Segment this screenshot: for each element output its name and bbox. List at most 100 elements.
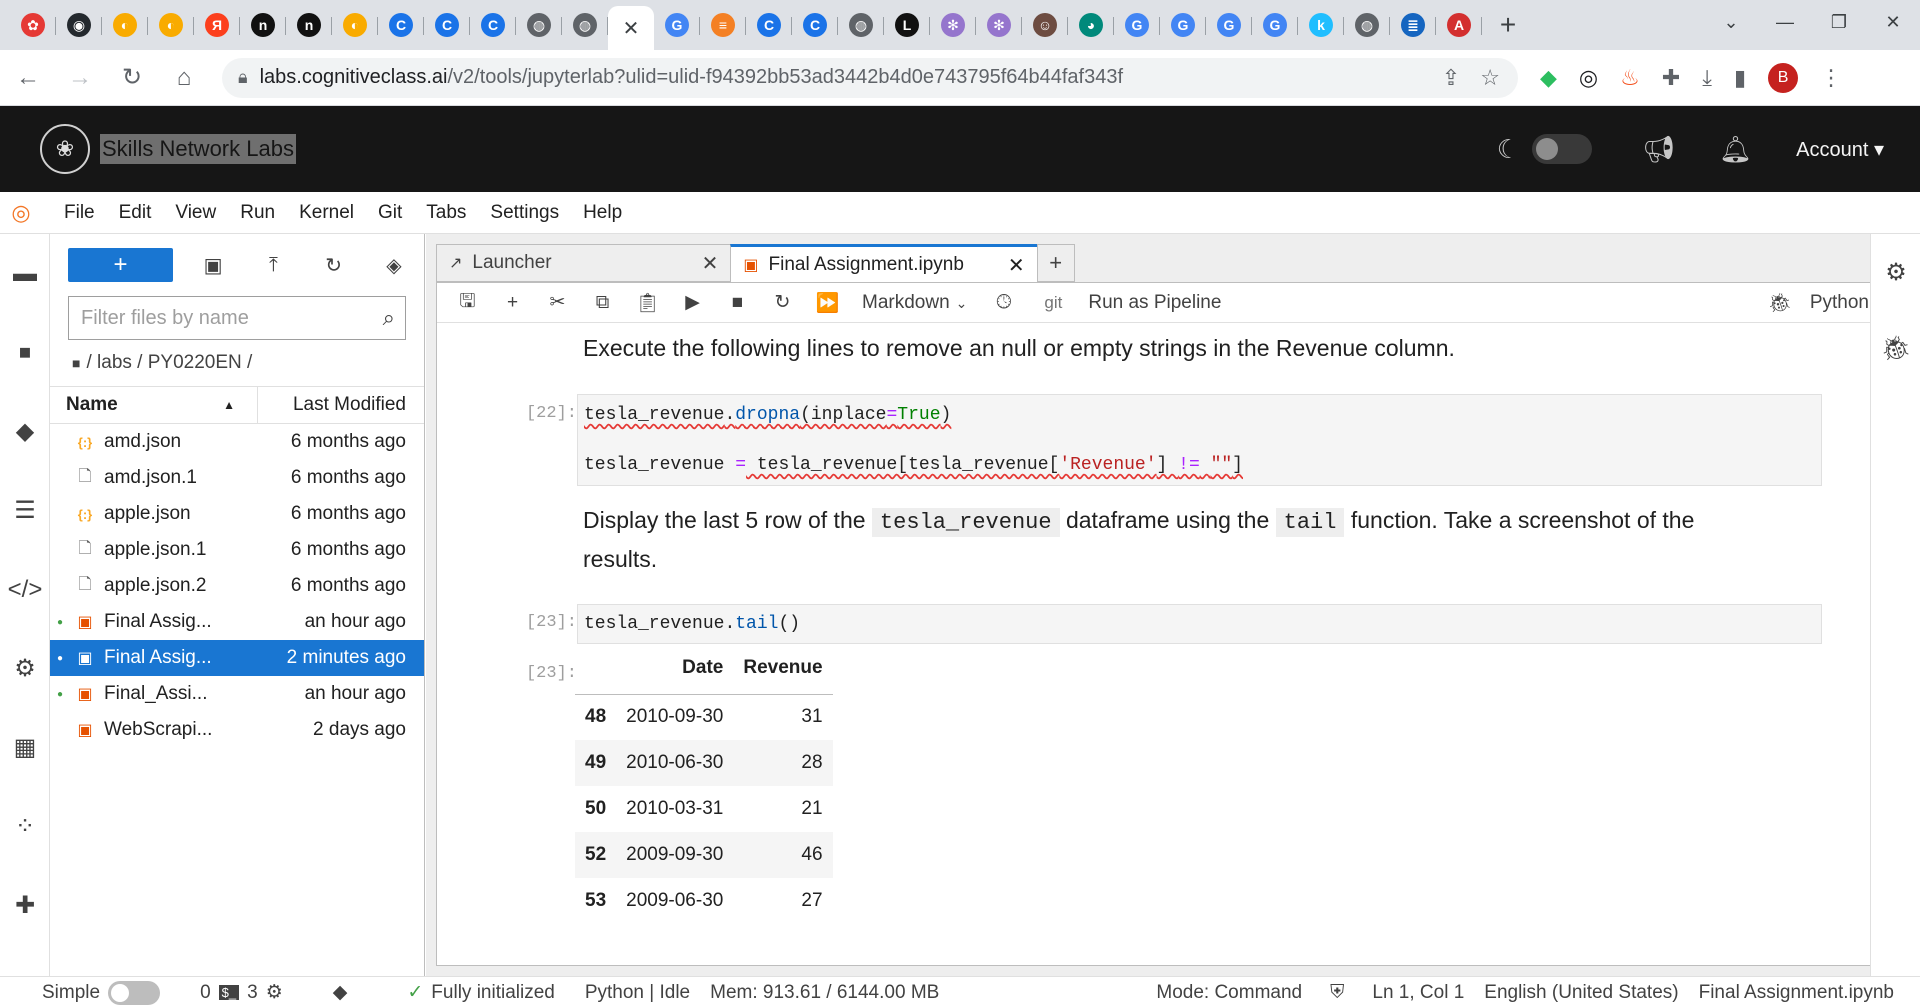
browser-tab[interactable]: n	[240, 6, 286, 44]
close-tab-icon[interactable]: ✕	[1008, 253, 1025, 278]
cursor-position[interactable]: Ln 1, Col 1	[1372, 982, 1464, 1004]
browser-tab[interactable]: ☺	[1022, 6, 1068, 44]
tab-launcher[interactable]: ↗ Launcher ✕	[436, 244, 732, 282]
browser-tab[interactable]: ✕	[608, 6, 654, 50]
code-cell[interactable]: tesla_revenue.dropna(inplace=True) tesla…	[577, 394, 1822, 486]
browser-tab[interactable]: C	[424, 6, 470, 44]
trust-shield-icon[interactable]: ⛨	[1330, 982, 1344, 1004]
browser-tab[interactable]: ◐	[148, 6, 194, 44]
dark-mode-toggle[interactable]	[1532, 134, 1593, 164]
puzzle-icon[interactable]: ✚	[0, 866, 50, 945]
file-row[interactable]: ● ▣ Final Assig... 2 minutes ago	[50, 640, 424, 676]
kernel-init-status[interactable]: ✓ Fully initialized	[407, 981, 554, 1004]
browser-tab[interactable]: ◉	[56, 6, 102, 44]
markdown-cell[interactable]: Display the last 5 row of the tesla_reve…	[583, 502, 1833, 578]
menu-file[interactable]: File	[52, 202, 107, 224]
toc-list-icon[interactable]: ☰	[0, 471, 50, 550]
property-inspector-gears-icon[interactable]: ⚙	[1871, 234, 1920, 310]
site-title[interactable]: Skills Network Labs	[100, 134, 296, 164]
git-status-icon[interactable]: ◆	[333, 981, 348, 1004]
account-menu[interactable]: Account ▾	[1796, 137, 1884, 162]
bookmark-star-icon[interactable]: ☆	[1480, 65, 1500, 91]
file-row[interactable]: {:} apple.json 6 months ago	[50, 496, 424, 532]
browser-tab[interactable]: ≣	[1390, 6, 1436, 44]
debugger-icon[interactable]: 🐞︎	[1871, 310, 1920, 386]
git-icon[interactable]: ◆	[0, 392, 50, 471]
browser-tab[interactable]: ◐	[332, 6, 378, 44]
browser-tab[interactable]: ◍	[516, 6, 562, 44]
back-icon[interactable]: ←	[4, 58, 52, 98]
browser-tab[interactable]: ◍	[838, 6, 884, 44]
menu-git[interactable]: Git	[366, 202, 414, 224]
close-tab-icon[interactable]: ✕	[702, 251, 719, 276]
spellcheck-language[interactable]: English (United States)	[1484, 982, 1678, 1004]
bell-icon[interactable]: 🔔︎	[1719, 134, 1752, 165]
modified-column-header[interactable]: Last Modified	[258, 394, 424, 416]
browser-tab[interactable]: G	[654, 6, 700, 44]
property-inspector-icon[interactable]: ⚙	[0, 629, 50, 708]
name-column-header[interactable]: Name ▲	[50, 387, 258, 423]
restore-icon[interactable]: ❐	[1812, 0, 1866, 44]
cut-icon[interactable]: ✂	[535, 291, 580, 314]
menu-tabs[interactable]: Tabs	[414, 202, 478, 224]
run-icon[interactable]: ▶	[670, 291, 715, 314]
menu-settings[interactable]: Settings	[478, 202, 571, 224]
clock-icon[interactable]: 🕓︎	[981, 292, 1026, 314]
paste-icon[interactable]: 📋︎	[625, 291, 670, 315]
refresh-icon[interactable]: ↻	[304, 253, 364, 278]
browser-tab[interactable]: L	[884, 6, 930, 44]
menu-run[interactable]: Run	[228, 202, 287, 224]
share-icon[interactable]: ⇪	[1442, 65, 1460, 91]
file-filter-input[interactable]: Filter files by name ⌕	[68, 296, 406, 340]
browser-tab[interactable]: G	[1114, 6, 1160, 44]
forward-icon[interactable]: →	[56, 58, 104, 98]
git-clone-icon[interactable]: ◈	[364, 253, 424, 278]
menu-edit[interactable]: Edit	[107, 202, 164, 224]
browser-tab[interactable]: ◍	[562, 6, 608, 44]
browser-tab[interactable]: ◍	[1344, 6, 1390, 44]
browser-tab[interactable]: n	[286, 6, 332, 44]
tab-search-icon[interactable]: ⌄	[1704, 0, 1758, 44]
insert-cell-icon[interactable]: +	[490, 292, 535, 314]
run-as-pipeline-button[interactable]: Run as Pipeline	[1088, 292, 1221, 314]
fire-extension-icon[interactable]: ♨	[1620, 65, 1640, 91]
cell-type-select[interactable]: Markdown ⌄	[862, 292, 967, 314]
url-field[interactable]: 🔒︎ labs.cognitiveclass.ai/v2/tools/jupyt…	[222, 57, 1518, 98]
restart-icon[interactable]: ↻	[760, 291, 805, 314]
extension-manager-grid-icon[interactable]: ⁘	[0, 787, 50, 866]
running-terminals[interactable]: 0 $_ 3 ⚙	[200, 981, 283, 1004]
menu-view[interactable]: View	[163, 202, 228, 224]
new-tab-button[interactable]: +	[1488, 5, 1528, 45]
browser-tab[interactable]: k	[1298, 6, 1344, 44]
save-icon[interactable]: 🖫︎	[445, 287, 490, 319]
browser-tab[interactable]: C	[792, 6, 838, 44]
browser-tab[interactable]: ≡	[700, 6, 746, 44]
camera-extension-icon[interactable]: ◎	[1579, 65, 1598, 91]
file-row[interactable]: ● ▣ Final Assig... an hour ago	[50, 604, 424, 640]
kernel-state[interactable]: Python | Idle	[585, 982, 690, 1004]
file-row[interactable]: 🗋︎ apple.json.1 6 months ago	[50, 532, 424, 568]
chrome-menu-icon[interactable]: ⋮	[1820, 65, 1842, 91]
evernote-extension-icon[interactable]: ◆	[1540, 65, 1557, 91]
folder-icon[interactable]: ▬	[0, 234, 50, 313]
file-row[interactable]: 🗋︎ apple.json.2 6 months ago	[50, 568, 424, 604]
side-panel-icon[interactable]: ▮	[1734, 65, 1746, 91]
copy-icon[interactable]: ⧉	[580, 292, 625, 314]
file-row[interactable]: {:} amd.json 6 months ago	[50, 424, 424, 460]
browser-tab[interactable]: ✻	[930, 6, 976, 44]
browser-tab[interactable]: ◐	[102, 6, 148, 44]
browser-tab[interactable]: ✻	[976, 6, 1022, 44]
new-launcher-button[interactable]: +	[68, 248, 173, 282]
extensions-puzzle-icon[interactable]: ✚	[1662, 65, 1680, 91]
kernel-name[interactable]: Python	[1810, 292, 1869, 314]
home-icon[interactable]: ⌂	[160, 58, 208, 98]
browser-tab[interactable]: C	[746, 6, 792, 44]
browser-tab[interactable]: C	[378, 6, 424, 44]
browser-tab[interactable]: G	[1252, 6, 1298, 44]
minimize-icon[interactable]: —	[1758, 0, 1812, 44]
new-folder-icon[interactable]: ▣	[183, 253, 243, 278]
interrupt-icon[interactable]: ■	[715, 292, 760, 314]
close-window-icon[interactable]: ✕	[1866, 0, 1920, 44]
code-snippets-icon[interactable]: </>	[0, 550, 50, 629]
browser-tab[interactable]: G	[1206, 6, 1252, 44]
